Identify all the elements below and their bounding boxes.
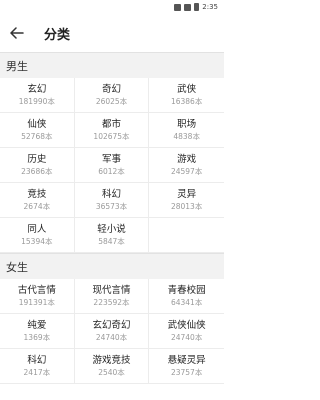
category-name: 武侠: [177, 83, 197, 95]
category-cell[interactable]: 玄幻奇幻 24740本: [74, 314, 150, 349]
category-count: 6012本: [98, 166, 125, 176]
back-arrow-icon: [10, 27, 24, 39]
category-cell[interactable]: 现代言情 223592本: [74, 279, 150, 314]
category-name: 现代言情: [92, 284, 131, 296]
wifi-icon: [174, 3, 182, 11]
category-cell[interactable]: 同人 15394本: [0, 218, 75, 253]
category-name: 同人: [27, 223, 47, 235]
category-count: 15394本: [21, 236, 53, 246]
category-name: 灵异: [177, 188, 197, 200]
category-count: 2417本: [23, 367, 51, 377]
category-name: 古代言情: [17, 284, 56, 296]
section-header-female: 女生: [0, 253, 224, 279]
category-cell[interactable]: 军事 6012本: [74, 148, 150, 183]
category-name: 军事: [101, 153, 121, 165]
category-count: 26025本: [95, 96, 128, 106]
category-count: 1369本: [23, 332, 51, 342]
category-name: 仙侠: [27, 118, 47, 130]
category-count: 181990本: [18, 96, 55, 106]
category-name: 悬疑灵异: [167, 354, 206, 366]
app-bar: 分类: [0, 14, 224, 52]
battery-icon: [194, 3, 200, 11]
category-cell[interactable]: 科幻 36573本: [74, 183, 150, 218]
category-cell[interactable]: 科幻 2417本: [0, 349, 75, 384]
category-name: 玄幻奇幻: [92, 319, 131, 331]
empty-cell: [149, 218, 224, 253]
category-name: 游戏: [177, 153, 197, 165]
category-name: 竞技: [27, 188, 47, 200]
category-name: 纯爱: [27, 319, 47, 331]
category-cell[interactable]: 玄幻 181990本: [0, 78, 75, 113]
category-count: 24740本: [95, 332, 128, 342]
category-count: 5847本: [98, 236, 125, 246]
category-cell[interactable]: 武侠 16386本: [149, 78, 224, 113]
category-name: 奇幻: [101, 83, 121, 95]
category-count: 24597本: [170, 166, 203, 176]
status-bar: 2:35: [0, 0, 224, 14]
category-name: 科幻: [101, 188, 121, 200]
category-grid-male: 玄幻 181990本 奇幻 26025本 武侠 16386本 仙侠 52768本 都市 1…: [0, 78, 224, 253]
category-cell[interactable]: 仙侠 52768本: [0, 113, 75, 148]
signal-icon: [184, 3, 192, 11]
category-count: 24740本: [170, 332, 203, 342]
category-count: 23757本: [170, 367, 203, 377]
category-cell[interactable]: 武侠仙侠 24740本: [149, 314, 224, 349]
category-name: 都市: [101, 118, 121, 130]
category-name: 科幻: [27, 354, 47, 366]
category-count: 64341本: [170, 297, 203, 307]
category-count: 102675本: [93, 131, 130, 141]
status-time: 2:35: [202, 3, 218, 11]
category-count: 23686本: [21, 166, 53, 176]
category-name: 游戏竞技: [92, 354, 131, 366]
category-cell[interactable]: 纯爱 1369本: [0, 314, 75, 349]
category-cell[interactable]: 青春校园 64341本: [149, 279, 224, 314]
category-grid-female: 古代言情 191391本 现代言情 223592本 青春校园 64341本 纯爱 136…: [0, 279, 224, 384]
category-count: 223592本: [93, 297, 130, 307]
category-cell[interactable]: 灵异 28013本: [149, 183, 224, 218]
category-count: 28013本: [170, 201, 203, 211]
category-count: 2540本: [98, 367, 125, 377]
category-name: 玄幻: [27, 83, 47, 95]
category-count: 52768本: [21, 131, 53, 141]
category-cell[interactable]: 悬疑灵异 23757本: [149, 349, 224, 384]
category-name: 历史: [27, 153, 47, 165]
category-cell[interactable]: 游戏 24597本: [149, 148, 224, 183]
category-cell[interactable]: 都市 102675本: [74, 113, 150, 148]
category-name: 职场: [177, 118, 197, 130]
back-button[interactable]: [6, 22, 28, 44]
category-count: 191391本: [18, 297, 55, 307]
category-cell[interactable]: 职场 4838本: [149, 113, 224, 148]
category-cell[interactable]: 轻小说 5847本: [74, 218, 150, 253]
category-name: 轻小说: [97, 223, 126, 235]
category-count: 4838本: [173, 131, 200, 141]
category-cell[interactable]: 游戏竞技 2540本: [74, 349, 150, 384]
category-cell[interactable]: 古代言情 191391本: [0, 279, 75, 314]
category-count: 2674本: [23, 201, 51, 211]
category-cell[interactable]: 奇幻 26025本: [74, 78, 150, 113]
category-cell[interactable]: 历史 23686本: [0, 148, 75, 183]
category-cell[interactable]: 竞技 2674本: [0, 183, 75, 218]
category-count: 36573本: [95, 201, 128, 211]
category-name: 武侠仙侠: [167, 319, 206, 331]
category-count: 16386本: [170, 96, 203, 106]
category-name: 青春校园: [167, 284, 206, 296]
page-title: 分类: [44, 27, 71, 43]
section-header-male: 男生: [0, 52, 224, 78]
